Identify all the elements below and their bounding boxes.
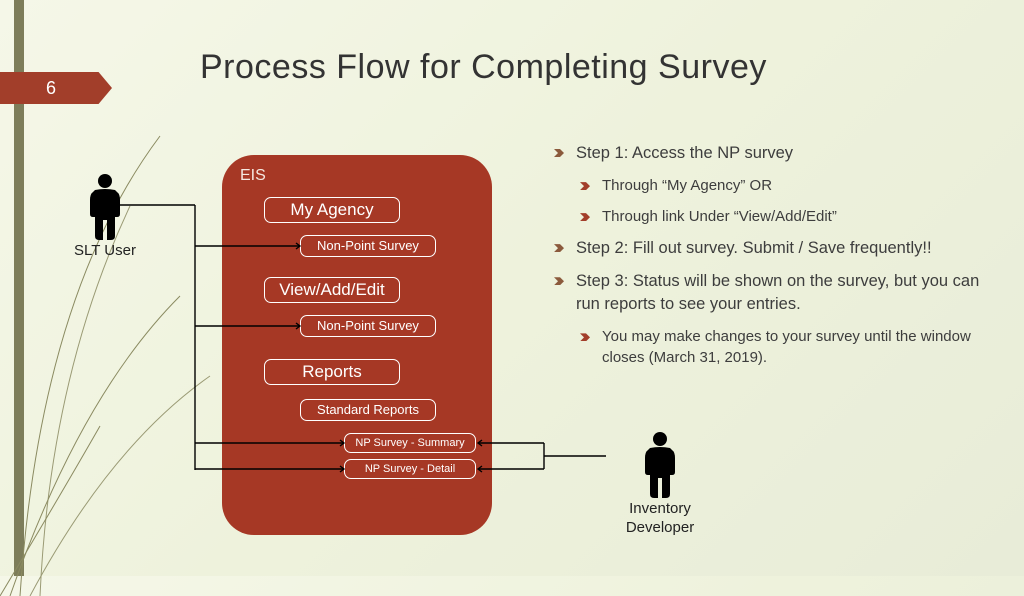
box-my-agency: My Agency bbox=[264, 197, 400, 223]
slide-number: 6 bbox=[46, 78, 56, 99]
box-reports: Reports bbox=[264, 359, 400, 385]
box-standard-reports: Standard Reports bbox=[300, 399, 436, 421]
step-1a: Through “My Agency” OR bbox=[580, 175, 994, 196]
step-3a: You may make changes to your survey unti… bbox=[580, 326, 994, 368]
box-np-detail: NP Survey - Detail bbox=[344, 459, 476, 479]
inventory-developer-label-2: Developer bbox=[600, 519, 720, 536]
page-title: Process Flow for Completing Survey bbox=[200, 48, 767, 87]
inventory-developer-label-1: Inventory bbox=[600, 500, 720, 517]
inventory-developer-figure: Inventory Developer bbox=[600, 430, 720, 536]
slt-user-figure: SLT User bbox=[60, 172, 150, 259]
slide-number-badge: 6 bbox=[0, 72, 112, 104]
step-3: Step 3: Status will be shown on the surv… bbox=[554, 270, 994, 316]
eis-label: EIS bbox=[240, 167, 492, 185]
step-bullets: Step 1: Access the NP survey Through “My… bbox=[554, 142, 994, 378]
box-np-survey-2: Non-Point Survey bbox=[300, 315, 436, 337]
box-np-summary: NP Survey - Summary bbox=[344, 433, 476, 453]
step-1b: Through link Under “View/Add/Edit” bbox=[580, 206, 994, 227]
eis-panel: EIS My Agency Non-Point Survey View/Add/… bbox=[222, 155, 492, 535]
person-icon bbox=[635, 430, 685, 498]
box-np-survey-1: Non-Point Survey bbox=[300, 235, 436, 257]
step-2: Step 2: Fill out survey. Submit / Save f… bbox=[554, 237, 994, 260]
person-icon bbox=[80, 172, 130, 240]
step-1: Step 1: Access the NP survey bbox=[554, 142, 994, 165]
box-view-add-edit: View/Add/Edit bbox=[264, 277, 400, 303]
slt-user-label: SLT User bbox=[60, 242, 150, 259]
